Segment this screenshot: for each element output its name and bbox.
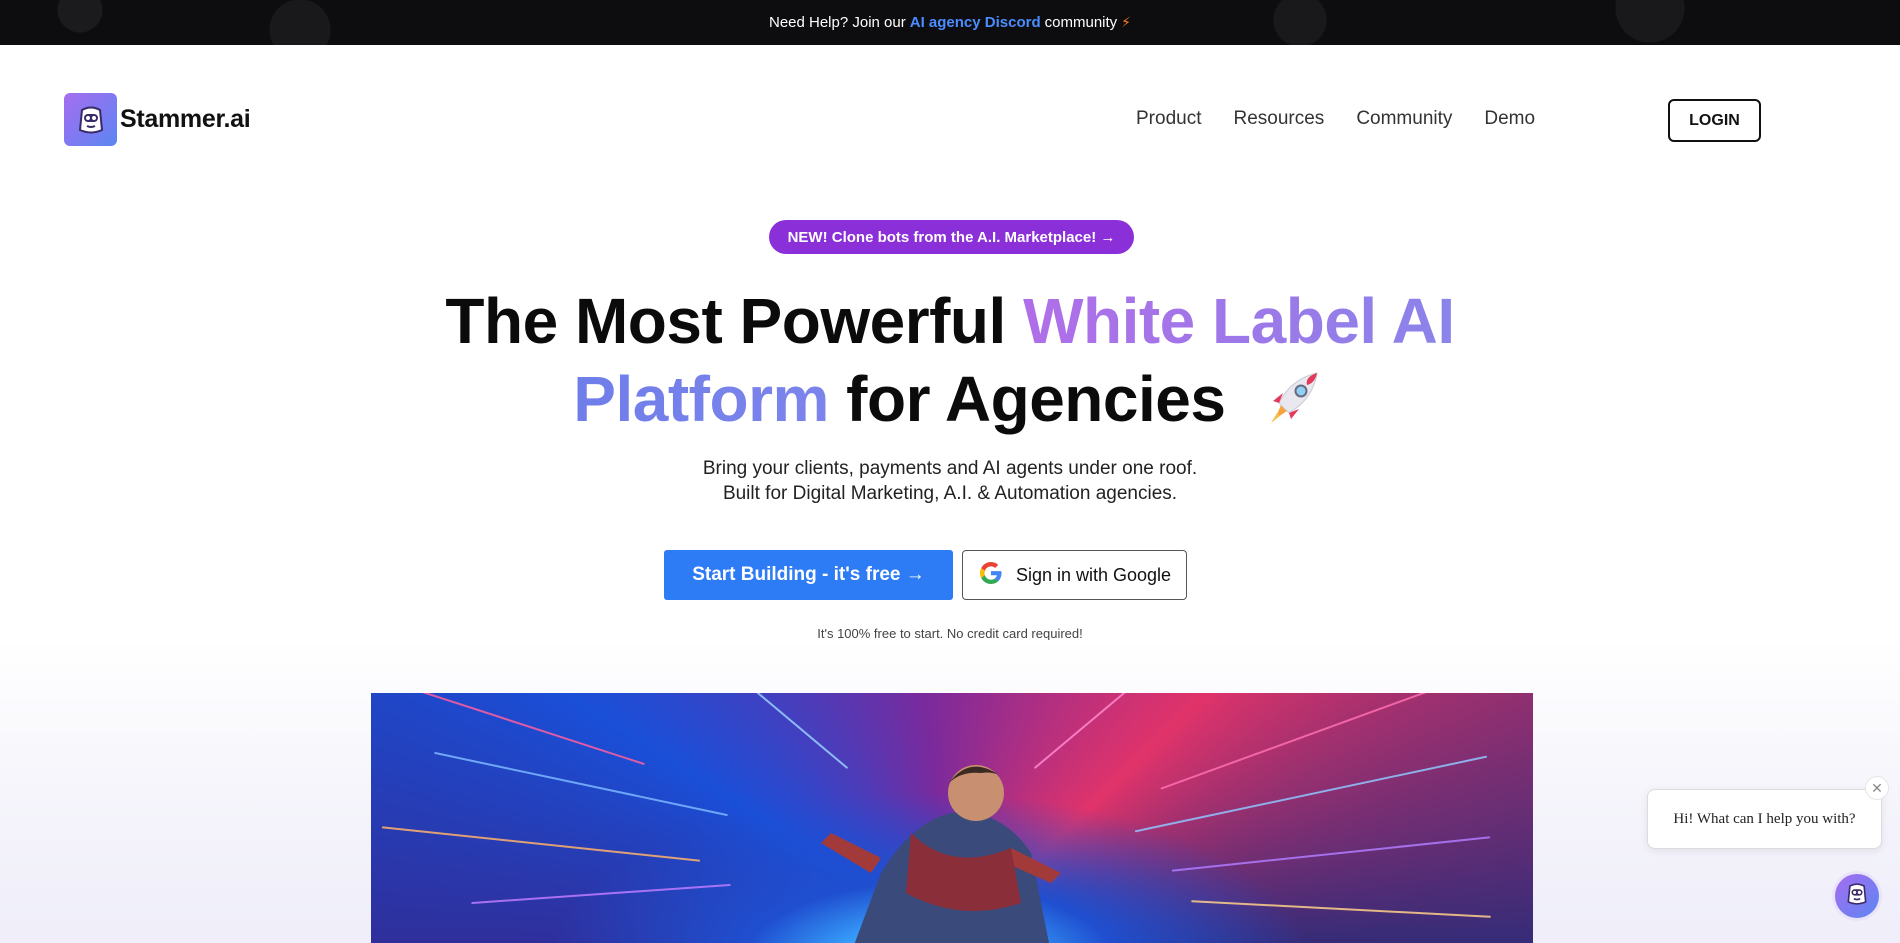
close-icon[interactable]: ✕	[1865, 776, 1889, 800]
hero-headline: The Most Powerful White Label AI Platfor…	[0, 282, 1900, 438]
headline-part2: for Agencies	[828, 363, 1226, 435]
google-signin-button[interactable]: Sign in with Google	[962, 550, 1187, 600]
headline-part1: The Most Powerful	[445, 285, 1024, 357]
marketplace-badge[interactable]: NEW! Clone bots from the A.I. Marketplac…	[769, 220, 1134, 254]
lightning-icon: ⚡	[1121, 14, 1132, 30]
google-icon	[978, 560, 1004, 591]
brand-logo[interactable]: Stammer.ai	[64, 93, 251, 146]
chat-launcher-button[interactable]	[1835, 874, 1879, 918]
free-note: It's 100% free to start. No credit card …	[817, 626, 1083, 641]
hero-figure	[821, 765, 1061, 943]
start-building-button[interactable]: Start Building - it's free →	[664, 550, 953, 600]
subtitle-line-2: Built for Digital Marketing, A.I. & Auto…	[722, 483, 1178, 504]
nav-resources[interactable]: Resources	[1233, 108, 1324, 130]
chat-greeting-text: Hi! What can I help you with?	[1673, 810, 1856, 827]
rocket-icon	[1261, 365, 1327, 431]
announcement-bar: Need Help? Join our AI agency Discord co…	[0, 0, 1900, 45]
announcement-prefix: Need Help? Join our	[768, 14, 906, 31]
headline-highlight-2: Platform	[573, 363, 829, 435]
robot-logo-icon	[64, 93, 117, 146]
chat-greeting-bubble[interactable]: Hi! What can I help you with?	[1647, 789, 1882, 849]
main-nav: Product Resources Community Demo	[1136, 108, 1567, 130]
nav-community[interactable]: Community	[1356, 108, 1452, 130]
nav-product[interactable]: Product	[1136, 108, 1201, 130]
robot-chat-icon	[1842, 879, 1872, 914]
brand-name: Stammer.ai	[120, 105, 251, 133]
subtitle-line-1: Bring your clients, payments and AI agen…	[702, 458, 1198, 479]
nav-demo[interactable]: Demo	[1484, 108, 1535, 130]
hero-image	[371, 693, 1533, 943]
discord-link[interactable]: AI agency Discord	[910, 14, 1041, 31]
login-button[interactable]: LOGIN	[1668, 99, 1761, 142]
google-signin-label: Sign in with Google	[1015, 564, 1172, 585]
headline-highlight-1: White Label AI	[1023, 285, 1455, 357]
announcement-suffix: community	[1044, 14, 1118, 31]
hero-subtitle: Bring your clients, payments and AI agen…	[0, 456, 1900, 506]
